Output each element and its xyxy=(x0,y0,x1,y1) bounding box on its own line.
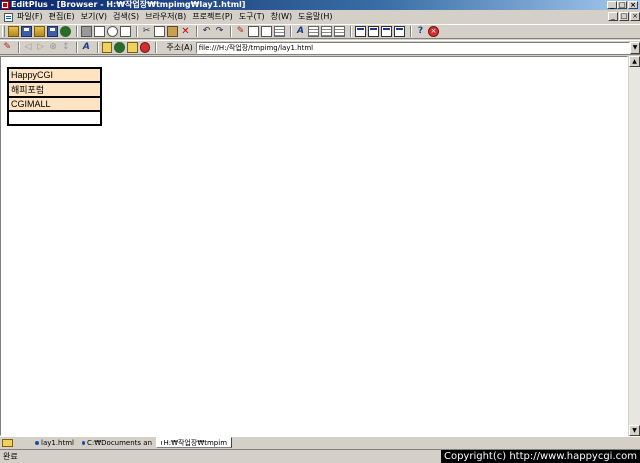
status-bar: 완료 Copyright(c) http://www.happycgi.com xyxy=(0,449,640,463)
cliptext-window-icon[interactable] xyxy=(394,26,405,37)
minimize-button[interactable]: _ xyxy=(607,1,617,9)
address-input[interactable] xyxy=(195,41,631,54)
table-cell[interactable]: CGIMALL xyxy=(8,97,101,111)
table-cell[interactable]: HappyCGI xyxy=(8,68,101,82)
tab-documents[interactable]: C:₩Documents an xyxy=(78,437,156,448)
close-button[interactable]: × xyxy=(628,1,638,9)
tab-label: H:₩작업장₩tmpim xyxy=(163,438,228,447)
paste-icon[interactable] xyxy=(167,26,178,37)
menu-file[interactable]: 파일(F) xyxy=(16,10,48,24)
browser-view[interactable]: HappyCGI 해피포럼 CGIMALL xyxy=(0,56,628,436)
marker-icon[interactable]: ✎ xyxy=(235,26,246,37)
forward-icon[interactable]: ▷ xyxy=(35,42,46,53)
vertical-scrollbar[interactable]: ▲ ▼ xyxy=(628,56,640,436)
table-row: HappyCGI xyxy=(8,68,101,82)
print-preview-icon[interactable] xyxy=(94,26,105,37)
tab-lay1[interactable]: lay1.html xyxy=(31,437,78,448)
output-window-icon[interactable] xyxy=(381,26,392,37)
browser-window-icon[interactable] xyxy=(355,26,366,37)
tab-browser-active[interactable]: H:₩작업장₩tmpim xyxy=(156,437,233,448)
directory-window-icon[interactable] xyxy=(368,26,379,37)
duplicate-icon[interactable] xyxy=(261,26,272,37)
delete-icon[interactable]: ✕ xyxy=(180,26,191,37)
address-label: 주소(A) xyxy=(166,43,193,52)
toolbar-grip[interactable] xyxy=(2,26,5,37)
doc-restore-button[interactable]: □ xyxy=(619,12,629,21)
editplus-window: EditPlus - [Browser - H:₩작업장₩tmpimg₩lay1… xyxy=(0,0,640,463)
settings-gear-icon[interactable] xyxy=(114,42,125,53)
menu-search[interactable]: 검색(S) xyxy=(112,10,144,24)
tab-label: lay1.html xyxy=(41,438,75,447)
open-folder-icon[interactable] xyxy=(8,26,19,37)
table-row xyxy=(8,111,101,125)
edit-mode-icon[interactable]: ✎ xyxy=(2,42,13,53)
browser-toolbar: ✎ ◁ ▷ ⊗ ↕ A 주소(A) ▼ xyxy=(0,40,640,55)
menu-view[interactable]: 보기(V) xyxy=(80,10,112,24)
menu-window[interactable]: 창(W) xyxy=(270,10,298,24)
cut-icon[interactable]: ✂ xyxy=(141,26,152,37)
window-title: EditPlus - [Browser - H:₩작업장₩tmpimg₩lay1… xyxy=(11,0,246,9)
clipboard-icon[interactable] xyxy=(248,26,259,37)
save-all-icon[interactable] xyxy=(47,26,58,37)
copyright-watermark: Copyright(c) http://www.happycgi.com xyxy=(440,450,640,463)
spell-check-icon[interactable] xyxy=(107,26,118,37)
open-in-browser-icon[interactable] xyxy=(126,42,138,53)
print-icon[interactable] xyxy=(81,26,92,37)
stop-load-icon[interactable]: ⊗ xyxy=(48,42,59,53)
tab-label: C:₩Documents an xyxy=(86,438,153,447)
redo-icon[interactable]: ↷ xyxy=(214,26,225,37)
copy-icon[interactable] xyxy=(154,26,165,37)
standard-toolbar: ✂ ✕ ↶ ↷ ✎ A ? × xyxy=(0,24,640,39)
stop-icon[interactable]: × xyxy=(428,26,439,37)
document-tab-bar: lay1.html C:₩Documents an H:₩작업장₩tmpim xyxy=(0,436,640,448)
menu-project[interactable]: 프로젝트(P) xyxy=(191,10,238,24)
context-help-icon[interactable]: ? xyxy=(415,26,426,37)
document-window-controls: _ □ × xyxy=(608,12,640,21)
menu-browser[interactable]: 브라우저(B) xyxy=(144,10,191,24)
menu-bar: 파일(F) 편집(E) 보기(V) 검색(S) 브라우저(B) 프로젝트(P) … xyxy=(0,10,640,24)
word-wrap-icon[interactable] xyxy=(308,26,319,37)
ruler-icon[interactable] xyxy=(274,26,285,37)
close-browser-icon[interactable] xyxy=(139,42,151,53)
menu-tools[interactable]: 도구(T) xyxy=(238,10,270,24)
document-dot-icon xyxy=(35,440,39,445)
link-table: HappyCGI 해피포럼 CGIMALL xyxy=(7,67,102,126)
find-icon[interactable] xyxy=(120,26,131,37)
title-bar: EditPlus - [Browser - H:₩작업장₩tmpimg₩lay1… xyxy=(0,0,640,10)
table-cell[interactable]: 해피포럼 xyxy=(8,82,101,97)
back-icon[interactable]: ◁ xyxy=(23,42,34,53)
status-text: 완료 xyxy=(3,452,18,461)
line-number-icon[interactable] xyxy=(321,26,332,37)
folder-icon[interactable] xyxy=(2,438,13,447)
column-select-icon[interactable] xyxy=(334,26,345,37)
doc-close-button[interactable]: × xyxy=(630,12,640,21)
ftp-upload-icon[interactable] xyxy=(60,26,71,37)
scroll-down-button[interactable]: ▼ xyxy=(629,425,640,436)
menu-edit[interactable]: 편집(E) xyxy=(48,10,80,24)
table-cell xyxy=(8,111,101,125)
table-row: 해피포럼 xyxy=(8,82,101,97)
text-size-icon[interactable]: A xyxy=(81,42,92,53)
address-dropdown-button[interactable]: ▼ xyxy=(630,41,640,54)
document-dot-icon xyxy=(82,440,85,445)
restore-button[interactable]: □ xyxy=(617,1,627,9)
doc-minimize-button[interactable]: _ xyxy=(608,12,618,21)
refresh-icon[interactable]: ↕ xyxy=(60,42,71,53)
home-icon[interactable] xyxy=(101,42,113,53)
font-icon[interactable]: A xyxy=(295,26,306,37)
open-file-icon[interactable] xyxy=(34,26,45,37)
editplus-app-icon[interactable] xyxy=(1,1,9,9)
table-row: CGIMALL xyxy=(8,97,101,111)
save-icon[interactable] xyxy=(21,26,32,37)
scroll-up-button[interactable]: ▲ xyxy=(629,56,640,67)
document-icon[interactable] xyxy=(4,12,13,22)
undo-icon[interactable]: ↶ xyxy=(201,26,212,37)
menu-help[interactable]: 도움말(H) xyxy=(297,10,337,24)
